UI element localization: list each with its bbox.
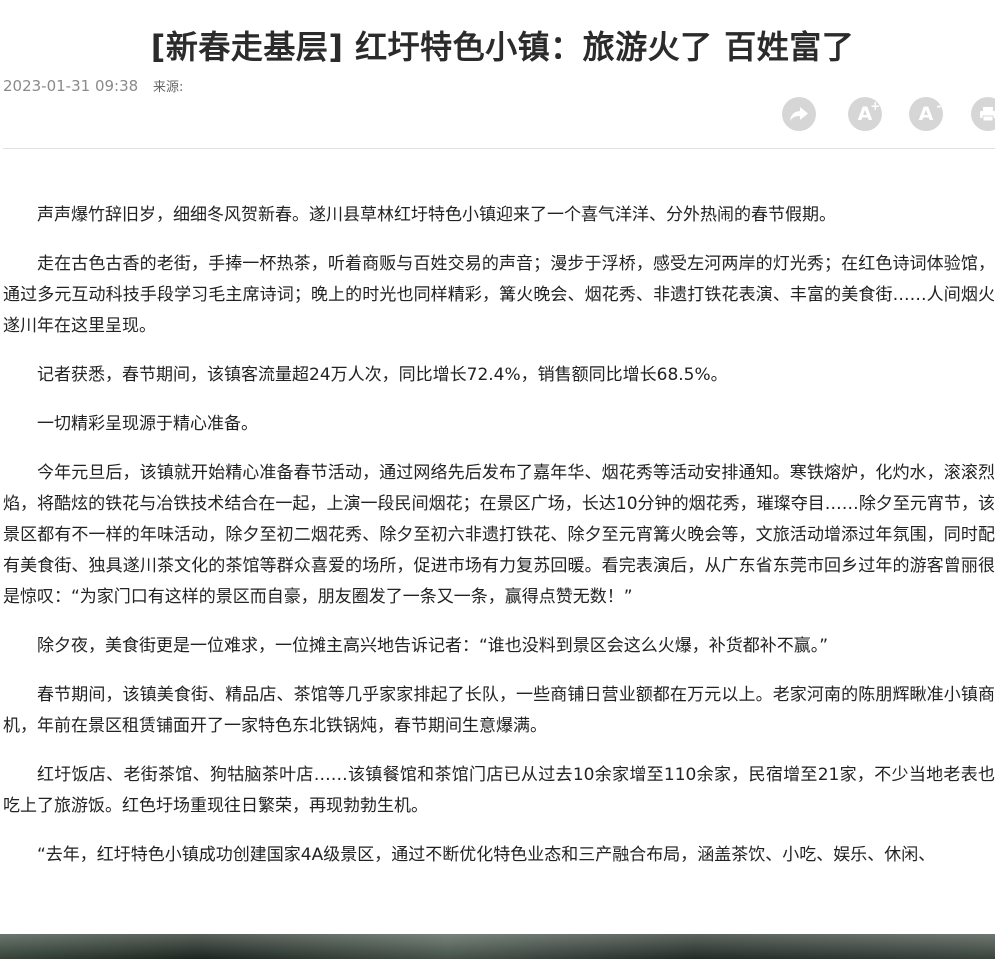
print-icon: [979, 106, 995, 122]
article-toolbar: A + A-: [782, 97, 995, 131]
article-paragraph: 声声爆竹辞旧岁，细细冬风贺新春。遂川县草林红圩特色小镇迎来了一个喜气洋洋、分外热…: [37, 205, 836, 225]
article-paragraph: 记者获悉，春节期间，该镇客流量超24万人次，同比增长72.4%，销售额同比增长6…: [37, 365, 728, 385]
share-icon: [789, 106, 809, 122]
publish-datetime: 2023-01-31 09:38: [3, 77, 139, 95]
article-paragraph: 今年元旦后，该镇就开始精心准备春节活动，通过网络先后发布了嘉年华、烟花秀等活动安…: [3, 463, 995, 607]
article-paragraph: 红圩饭店、老街茶馆、狗牯脑茶叶店……该镇餐馆和茶馆门店已从过去10余家增至110…: [3, 765, 995, 816]
article-paragraph: 一切精彩呈现源于精心准备。: [37, 414, 258, 434]
share-button[interactable]: [782, 97, 816, 131]
article-page: [新春走基层] 红圩特色小镇：旅游火了 百姓富了 2023-01-31 09:3…: [0, 0, 995, 959]
article-paragraph: 走在古色古香的老街，手捧一杯热茶，听着商贩与百姓交易的声音；漫步于浮桥，感受左河…: [3, 254, 995, 336]
font-decrease-icon: A-: [918, 98, 942, 125]
article-paragraph: 除夕夜，美食街更是一位难求，一位摊主高兴地告诉记者：“谁也没料到景区会这么火爆，…: [37, 636, 829, 656]
font-increase-button[interactable]: A +: [848, 97, 882, 131]
source-label: 来源:: [152, 80, 184, 95]
font-increase-icon: A +: [857, 98, 881, 125]
article-meta: 2023-01-31 09:38 来源:: [3, 76, 183, 98]
article-paragraph: 春节期间，该镇美食街、精品店、茶馆等几乎家家排起了长队，一些商铺日营业额都在万元…: [3, 685, 995, 736]
header-divider: [3, 148, 995, 149]
article-body: 声声爆竹辞旧岁，细细冬风贺新春。遂川县草林红圩特色小镇迎来了一个喜气洋洋、分外热…: [3, 200, 995, 889]
article-image-edge: [0, 934, 995, 959]
print-button[interactable]: [971, 97, 995, 131]
font-decrease-button[interactable]: A-: [909, 97, 943, 131]
article-title: [新春走基层] 红圩特色小镇：旅游火了 百姓富了: [150, 28, 855, 67]
article-paragraph: “去年，红圩特色小镇成功创建国家4A级景区，通过不断优化特色业态和三产融合布局，…: [37, 845, 936, 865]
